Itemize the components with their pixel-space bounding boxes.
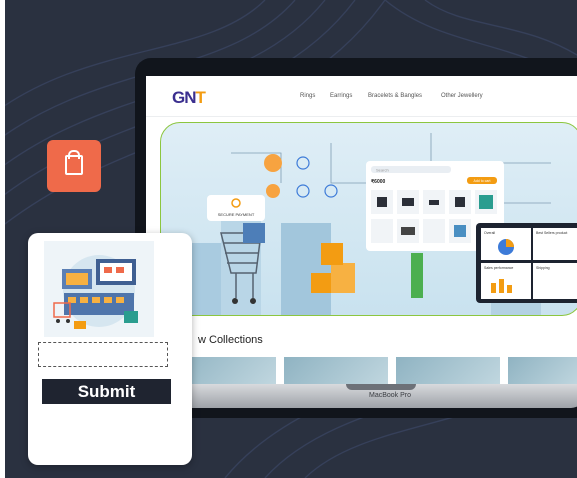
shopping-bag-button[interactable] (47, 140, 101, 192)
site-navbar: GNT Rings Earrings Bracelets & Bangles O… (146, 76, 577, 117)
hero-illustration: SECURE PAYMENT Search ₹6000 Add to cart (171, 133, 577, 315)
card-input-field[interactable] (38, 342, 168, 367)
nav-link-other[interactable]: Other Jewellery (441, 93, 483, 99)
dash-card-bestsellers: Best Sellers product (536, 231, 567, 235)
hero-search-placeholder: Search (376, 168, 389, 173)
hero-add-button: Add to cart (474, 179, 491, 183)
secure-payment-label: SECURE PAYMENT (218, 212, 255, 217)
shopping-bag-icon (65, 155, 83, 175)
collection-thumb[interactable] (284, 357, 388, 384)
collections-heading: w Collections (198, 334, 263, 346)
nav-link-rings[interactable]: Rings (300, 93, 315, 99)
nav-link-bracelets[interactable]: Bracelets & Bangles (368, 93, 422, 99)
hero-price: ₹6000 (371, 179, 386, 185)
laptop-notch (346, 384, 416, 390)
store-illustration (44, 241, 154, 337)
dash-card-shipping: Shipping (536, 266, 550, 270)
dash-card-sales: Sales performance (484, 266, 513, 270)
hero-banner: SECURE PAYMENT Search ₹6000 Add to cart (160, 122, 577, 316)
laptop-model-label: MacBook Pro (368, 392, 412, 399)
nav-link-earrings[interactable]: Earrings (330, 93, 352, 99)
dash-card-overall: Overall (484, 231, 495, 235)
collection-thumb[interactable] (396, 357, 500, 384)
submit-button[interactable]: Submit (41, 378, 172, 405)
laptop-screen: GNT Rings Earrings Bracelets & Bangles O… (146, 76, 577, 384)
site-logo[interactable]: GNT (172, 88, 206, 108)
collection-thumb[interactable] (508, 357, 577, 384)
